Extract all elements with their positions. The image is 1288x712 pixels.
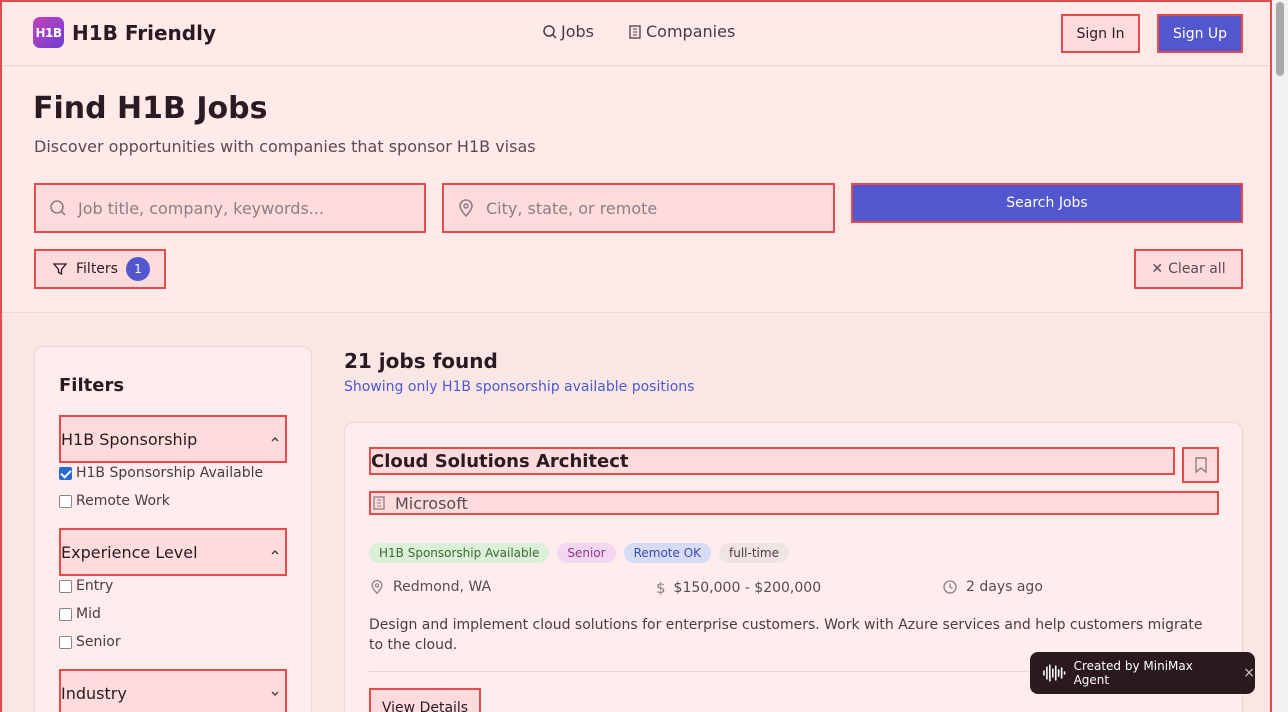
section-label: H1B Sponsorship [61,429,198,449]
chevron-down-icon [271,691,279,696]
nav-jobs-label: Jobs [561,22,594,41]
building-icon [629,24,641,39]
option-mid[interactable]: Mid [59,606,101,622]
checkbox-entry[interactable] [59,579,72,593]
scrollbar-thumb[interactable] [1276,2,1284,76]
job-posted: 2 days ago [942,579,1043,595]
job-salary-text: $150,000 - $200,000 [673,580,822,596]
filter-icon [52,263,68,276]
results-note: Showing only H1B sponsorship available p… [344,379,695,395]
option-h1b-available[interactable]: H1B Sponsorship Available [59,465,263,481]
hero-section: Find H1B Jobs Discover opportunities wit… [2,67,1270,313]
map-pin-icon [371,580,383,595]
results-count: 21 jobs found [344,349,498,373]
dollar-icon: $ [656,579,666,597]
map-pin-icon [459,199,473,218]
header: H1B H1B Friendly Jobs Companies Sign In … [2,2,1270,66]
chevron-up-icon [271,550,279,555]
checkbox-mid[interactable] [59,607,72,621]
company-link[interactable]: Microsoft [369,491,1219,515]
tag-type: full-time [719,543,789,563]
section-industry[interactable]: Industry [59,669,287,712]
agent-toast: Created by MiniMax Agent × [1030,652,1255,694]
job-posted-text: 2 days ago [966,579,1043,595]
option-remote-work[interactable]: Remote Work [59,493,170,509]
company-name: Microsoft [395,493,468,513]
location-input[interactable]: City, state, or remote [442,183,835,233]
nav-companies-label: Companies [646,22,736,41]
checkbox-remote-work[interactable] [59,494,72,508]
job-location: Redmond, WA [369,579,491,595]
option-label: Remote Work [76,493,170,509]
filters-sidebar: Filters H1B Sponsorship H1B Sponsorship … [34,346,312,712]
page-title: Find H1B Jobs [33,91,268,126]
tag-remote: Remote OK [623,543,712,563]
search-icon [543,24,557,39]
section-label: Experience Level [61,542,198,562]
checkbox-h1b-available[interactable] [59,466,72,480]
view-details-button[interactable]: View Details [369,688,481,712]
job-description: Design and implement cloud solutions for… [369,617,1203,653]
job-salary: $ $150,000 - $200,000 [656,579,821,597]
toast-close-button[interactable]: × [1243,665,1255,681]
checkbox-senior[interactable] [59,635,72,649]
job-title-link[interactable]: Cloud Solutions Architect [369,447,1175,475]
scrollbar[interactable] [1272,0,1288,712]
section-experience-level[interactable]: Experience Level [59,528,287,576]
toast-text: Created by MiniMax Agent [1073,659,1193,687]
nav-jobs[interactable]: Jobs [542,22,594,41]
job-location-text: Redmond, WA [393,579,492,595]
option-label: H1B Sponsorship Available [76,465,264,481]
chevron-up-icon [271,437,279,442]
clear-all-label: Clear all [1168,261,1226,277]
job-search-input[interactable]: Job title, company, keywords... [34,183,426,233]
sign-in-button[interactable]: Sign In [1061,14,1140,53]
option-label: Senior [76,634,121,650]
option-entry[interactable]: Entry [59,578,113,594]
location-placeholder: City, state, or remote [486,198,658,218]
logo-link[interactable]: H1B H1B Friendly [33,17,216,48]
tag-level: Senior [557,543,616,563]
bookmark-button[interactable] [1182,447,1219,483]
search-jobs-button[interactable]: Search Jobs [851,183,1243,223]
option-senior[interactable]: Senior [59,634,121,650]
nav-companies[interactable]: Companies [627,22,735,41]
logo-badge: H1B [33,17,64,48]
bookmark-icon [1194,457,1207,474]
sidebar-title: Filters [59,375,125,396]
logo-text: H1B Friendly [72,20,216,45]
filters-label: Filters [76,261,118,277]
clear-all-button[interactable]: ✕ Clear all [1134,249,1243,289]
sign-up-button[interactable]: Sign Up [1157,14,1243,53]
clock-icon [943,580,957,594]
job-search-placeholder: Job title, company, keywords... [78,198,325,218]
section-h1b-sponsorship[interactable]: H1B Sponsorship [59,415,287,463]
section-label: Industry [61,683,127,703]
tag-h1b: H1B Sponsorship Available [369,543,550,563]
sound-wave-icon [1043,664,1066,682]
filters-count-badge: 1 [125,257,150,281]
search-icon [50,200,66,216]
page-subtitle: Discover opportunities with companies th… [34,137,536,156]
filters-button[interactable]: Filters 1 [34,249,166,289]
page-frame: H1B H1B Friendly Jobs Companies Sign In … [0,0,1272,712]
close-icon: ✕ [1151,261,1164,277]
option-label: Entry [76,578,114,594]
job-tags: H1B Sponsorship Available Senior Remote … [369,543,789,563]
option-label: Mid [76,606,101,622]
building-icon [373,496,385,510]
